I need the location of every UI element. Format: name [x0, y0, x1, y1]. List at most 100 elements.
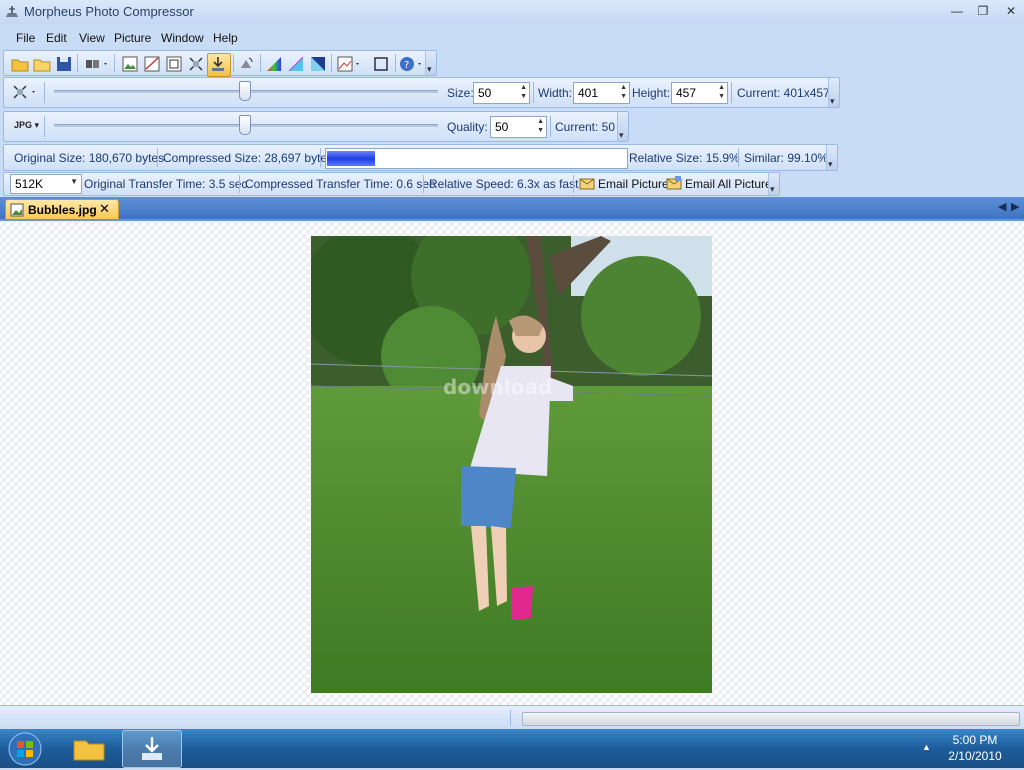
toolbar-separator — [533, 82, 534, 103]
toolbar-options-icon[interactable] — [828, 78, 839, 107]
windows-start-icon — [8, 732, 42, 766]
quality-toolbar: JPG ▾ Quality: 50 ▲ ▼ Current: 50 — [3, 111, 629, 142]
toolbar-separator — [331, 54, 332, 72]
size-slider-thumb[interactable] — [239, 81, 251, 101]
color-balance-icon[interactable] — [286, 54, 306, 74]
close-tab-icon[interactable]: ✕ — [99, 201, 110, 217]
open-folder-alt-icon[interactable] — [32, 54, 52, 74]
open-folder-icon[interactable] — [10, 54, 30, 74]
email-all-pictures-button[interactable]: Email All Pictures — [664, 174, 778, 192]
picture-resize-icon[interactable] — [142, 54, 162, 74]
original-transfer-time-label: Original Transfer Time: 3.5 sec — [84, 177, 248, 191]
toolbar-separator — [573, 175, 574, 193]
convert-icon[interactable] — [236, 54, 256, 74]
quality-spinner[interactable]: 50 ▲ ▼ — [490, 116, 547, 138]
close-button[interactable]: ✕ — [998, 2, 1024, 20]
tab-bubbles[interactable]: Bubbles.jpg ✕ — [5, 199, 119, 220]
effects-dropdown-icon[interactable] — [336, 54, 362, 74]
selection-icon[interactable] — [371, 54, 391, 74]
toolbar-options-icon[interactable] — [617, 112, 628, 141]
size-value: 50 — [478, 86, 492, 100]
toolbar-separator — [114, 54, 115, 72]
quality-slider-thumb[interactable] — [239, 115, 251, 135]
start-button[interactable] — [6, 731, 44, 767]
menu-edit[interactable]: Edit — [46, 31, 67, 45]
toolbar-separator — [239, 175, 240, 193]
tab-scroll-right-icon[interactable]: ▶ — [1011, 200, 1019, 213]
clock-time[interactable]: 5:00 PM — [940, 733, 1010, 747]
image-workspace: download — [0, 219, 1024, 707]
toolbar-options-icon[interactable] — [768, 173, 779, 195]
help-dropdown-icon[interactable]: ? — [398, 54, 424, 74]
toolbar-options-icon[interactable] — [425, 51, 436, 75]
picture-icon[interactable] — [120, 54, 140, 74]
format-dropdown[interactable]: JPG ▾ — [14, 120, 39, 131]
status-pane-left — [0, 710, 511, 726]
menu-help[interactable]: Help — [213, 31, 238, 45]
height-value: 457 — [676, 86, 697, 100]
watermark-text: download — [443, 375, 552, 399]
brightness-icon[interactable] — [308, 54, 328, 74]
toolbar-separator — [260, 54, 261, 72]
toolbar-separator — [44, 82, 45, 103]
toolbar-separator — [550, 116, 551, 137]
batch-dropdown-icon[interactable] — [84, 54, 110, 74]
photo-image: download — [311, 236, 712, 693]
toolbar-separator — [157, 148, 158, 167]
menu-view[interactable]: View — [79, 31, 105, 45]
format-label: JPG — [14, 120, 33, 130]
tray-expand-icon[interactable]: ▲ — [922, 742, 931, 752]
compression-ratio-bar — [325, 148, 628, 169]
document-tab-strip: Bubbles.jpg ✕ ◀ ▶ — [0, 197, 1024, 220]
height-spinner[interactable]: 457 ▲ ▼ — [671, 82, 728, 104]
taskbar-explorer-button[interactable] — [62, 731, 116, 766]
tab-scroll-left-icon[interactable]: ◀ — [998, 200, 1006, 213]
compressor-app-icon — [142, 737, 162, 760]
picture-crop-icon[interactable] — [164, 54, 184, 74]
taskbar-compressor-button[interactable] — [122, 730, 182, 768]
relative-speed-label: Relative Speed: 6.3x as fast — [429, 177, 579, 191]
chevron-down-icon[interactable]: ▼ — [70, 177, 78, 186]
save-icon[interactable] — [54, 54, 74, 74]
current-size-label: Current: 401x457 — [737, 86, 830, 100]
photo-canvas[interactable]: download — [311, 236, 712, 693]
spin-arrows-icon[interactable]: ▲ ▼ — [537, 117, 544, 135]
size-spinner[interactable]: 50 ▲ ▼ — [473, 82, 530, 104]
menu-file[interactable]: File — [16, 31, 35, 45]
download-compress-button[interactable] — [207, 53, 231, 77]
clock-date[interactable]: 2/10/2010 — [940, 749, 1010, 763]
tab-label: Bubbles.jpg — [28, 203, 97, 217]
compressed-size-label: Compressed Size: 28,697 bytes — [163, 151, 334, 165]
resize-tool-dropdown-icon[interactable] — [10, 82, 40, 102]
spin-arrows-icon[interactable]: ▲ ▼ — [620, 83, 627, 101]
info-toolbar: Original Size: 180,670 bytes Compressed … — [3, 144, 838, 171]
email-picture-button[interactable]: Email Picture — [577, 174, 669, 192]
download-icon — [212, 57, 224, 71]
app-icon — [6, 6, 18, 17]
status-progress-bar — [522, 712, 1020, 726]
compress-tool-icon[interactable] — [186, 54, 206, 74]
toolbar-separator — [44, 116, 45, 137]
email-all-icon — [666, 176, 682, 190]
spin-arrows-icon[interactable]: ▲ ▼ — [718, 83, 725, 101]
title-bar: Morpheus Photo Compressor — ❐ ✕ — [0, 0, 1024, 24]
menu-picture[interactable]: Picture — [114, 31, 151, 45]
restore-button[interactable]: ❐ — [970, 2, 996, 20]
toolbar-separator — [731, 82, 732, 103]
toolbar-separator — [395, 54, 396, 72]
width-spinner[interactable]: 401 ▲ ▼ — [573, 82, 630, 104]
menu-window[interactable]: Window — [161, 31, 204, 45]
email-icon — [579, 178, 595, 190]
height-label: Height: — [632, 86, 671, 100]
compression-ratio-fill — [327, 151, 375, 166]
toolbar-options-icon[interactable] — [826, 145, 837, 170]
minimize-button[interactable]: — — [944, 2, 970, 20]
window-title: Morpheus Photo Compressor — [24, 4, 194, 19]
color-adjust-icon[interactable] — [264, 54, 284, 74]
connection-speed-select[interactable]: 512K ▼ — [10, 174, 82, 194]
toolbar-separator — [233, 54, 234, 72]
width-label: Width: — [538, 86, 573, 100]
size-toolbar: Size: 50 ▲ ▼ Width: 401 ▲ ▼ Height: 457 ▲ ▼ Cu… — [3, 77, 840, 108]
compressed-transfer-time-label: Compressed Transfer Time: 0.6 sec — [245, 177, 436, 191]
spin-arrows-icon[interactable]: ▲ ▼ — [520, 83, 527, 101]
